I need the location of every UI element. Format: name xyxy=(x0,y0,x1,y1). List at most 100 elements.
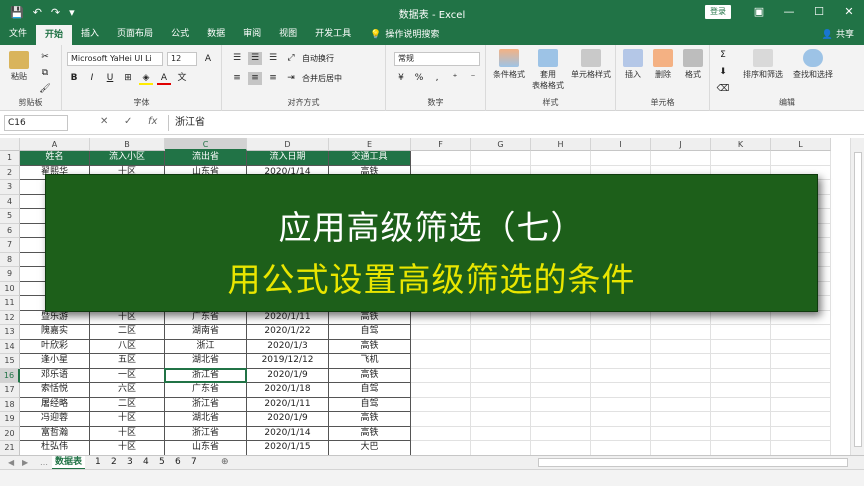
table-cell[interactable]: 大巴 xyxy=(329,441,411,455)
italic-button[interactable]: I xyxy=(85,72,99,85)
table-cell[interactable] xyxy=(531,151,591,166)
align-middle-icon[interactable]: ☰ xyxy=(248,52,262,65)
sheet-tab-4[interactable]: 4 xyxy=(140,456,152,470)
table-cell[interactable]: 屠经略 xyxy=(20,397,90,412)
table-cell[interactable]: 浙江省 xyxy=(165,368,247,383)
table-cell[interactable] xyxy=(771,412,831,427)
table-cell[interactable] xyxy=(711,441,771,455)
more-sheets-icon[interactable]: … xyxy=(40,456,48,469)
row-header-21[interactable]: 21 xyxy=(0,441,20,455)
table-cell[interactable] xyxy=(591,325,651,340)
table-cell[interactable]: 二区 xyxy=(90,397,165,412)
table-cell[interactable] xyxy=(711,383,771,398)
sheet-tab-6[interactable]: 6 xyxy=(172,456,184,470)
table-cell[interactable] xyxy=(771,354,831,369)
align-left-icon[interactable]: ≡ xyxy=(230,72,244,85)
row-header-15[interactable]: 15 xyxy=(0,354,20,369)
font-name-select[interactable]: Microsoft YaHei UI Li xyxy=(67,52,163,66)
table-cell[interactable] xyxy=(591,383,651,398)
table-cell[interactable] xyxy=(651,368,711,383)
table-cell[interactable] xyxy=(651,441,711,455)
table-cell[interactable]: 高铁 xyxy=(329,368,411,383)
table-cell[interactable]: 山东省 xyxy=(165,441,247,455)
customize-icon[interactable]: ▾ xyxy=(69,6,75,19)
sort-filter-button[interactable]: 排序和筛选 xyxy=(740,49,786,80)
table-cell[interactable] xyxy=(531,310,591,325)
row-header-18[interactable]: 18 xyxy=(0,397,20,412)
fill-color-icon[interactable]: ◈ xyxy=(139,72,153,85)
table-cell[interactable] xyxy=(531,441,591,455)
row-header-19[interactable]: 19 xyxy=(0,412,20,427)
table-cell[interactable]: 富哲瀚 xyxy=(20,426,90,441)
format-cells-button[interactable]: 格式 xyxy=(680,49,706,80)
table-cell[interactable]: 湖北省 xyxy=(165,354,247,369)
table-cell[interactable] xyxy=(771,339,831,354)
column-header-l[interactable]: L xyxy=(771,138,831,151)
table-cell[interactable]: 邓乐语 xyxy=(20,368,90,383)
table-cell[interactable] xyxy=(591,151,651,166)
row-header-7[interactable]: 7 xyxy=(0,238,20,253)
indent-icon[interactable]: ⇥ xyxy=(284,72,298,85)
row-header-6[interactable]: 6 xyxy=(0,223,20,238)
table-cell[interactable] xyxy=(591,441,651,455)
enter-icon[interactable]: ✓ xyxy=(124,116,132,127)
tab-file[interactable]: 文件 xyxy=(0,24,36,45)
table-cell[interactable]: 自驾 xyxy=(329,397,411,412)
decrease-decimal-icon[interactable]: ⁻ xyxy=(466,72,480,85)
table-cell[interactable] xyxy=(711,412,771,427)
sheet-tab-7[interactable]: 7 xyxy=(188,456,200,470)
table-cell[interactable] xyxy=(771,426,831,441)
table-cell[interactable] xyxy=(591,310,651,325)
sheet-tab-data[interactable]: 数据表 xyxy=(52,456,86,470)
table-cell[interactable]: 高铁 xyxy=(329,426,411,441)
table-cell[interactable] xyxy=(771,368,831,383)
vertical-scrollbar[interactable] xyxy=(850,138,864,455)
column-header-b[interactable]: B xyxy=(90,138,165,151)
table-cell[interactable]: 十区 xyxy=(90,310,165,325)
table-cell[interactable]: 2020/1/22 xyxy=(247,325,329,340)
tab-formulas[interactable]: 公式 xyxy=(162,24,198,45)
sheet-tab-5[interactable]: 5 xyxy=(156,456,168,470)
table-cell[interactable]: 高铁 xyxy=(329,339,411,354)
table-cell[interactable] xyxy=(771,151,831,166)
table-cell[interactable]: 逢小星 xyxy=(20,354,90,369)
border-icon[interactable]: ⊞ xyxy=(121,72,135,85)
find-select-button[interactable]: 查找和选择 xyxy=(790,49,836,80)
table-cell[interactable]: 十区 xyxy=(90,412,165,427)
table-cell[interactable]: 2020/1/9 xyxy=(247,412,329,427)
insert-cells-button[interactable]: 插入 xyxy=(620,49,646,80)
table-cell[interactable] xyxy=(471,397,531,412)
table-header-cell[interactable]: 流入日期 xyxy=(247,151,329,166)
table-cell[interactable]: 八区 xyxy=(90,339,165,354)
align-center-icon[interactable]: ≡ xyxy=(248,72,262,85)
table-cell[interactable] xyxy=(591,354,651,369)
table-cell[interactable] xyxy=(711,339,771,354)
minimize-icon[interactable]: — xyxy=(774,0,804,24)
orientation-icon[interactable]: ⤢ xyxy=(284,52,298,65)
tab-developer[interactable]: 开发工具 xyxy=(306,24,360,45)
table-cell[interactable] xyxy=(411,354,471,369)
table-cell[interactable] xyxy=(531,397,591,412)
table-cell[interactable] xyxy=(711,397,771,412)
table-cell[interactable]: 2020/1/14 xyxy=(247,426,329,441)
table-cell[interactable]: 索恬悦 xyxy=(20,383,90,398)
table-cell[interactable] xyxy=(411,339,471,354)
table-cell[interactable] xyxy=(531,412,591,427)
percent-button[interactable]: % xyxy=(412,72,426,85)
table-cell[interactable] xyxy=(471,354,531,369)
column-header-d[interactable]: D xyxy=(247,138,329,151)
tab-home[interactable]: 开始 xyxy=(36,25,73,45)
row-header-12[interactable]: 12 xyxy=(0,310,20,325)
table-cell[interactable]: 2019/12/12 xyxy=(247,354,329,369)
table-cell[interactable] xyxy=(771,441,831,455)
table-cell[interactable]: 湖南省 xyxy=(165,325,247,340)
increase-decimal-icon[interactable]: ⁺ xyxy=(448,72,462,85)
table-cell[interactable] xyxy=(471,383,531,398)
table-cell[interactable]: 浙江 xyxy=(165,339,247,354)
table-cell[interactable]: 2020/1/9 xyxy=(247,368,329,383)
close-icon[interactable]: ✕ xyxy=(834,0,864,24)
table-cell[interactable] xyxy=(651,310,711,325)
font-size-select[interactable]: 12 xyxy=(167,52,197,66)
column-header-j[interactable]: J xyxy=(651,138,711,151)
align-bottom-icon[interactable]: ☰ xyxy=(266,52,280,65)
